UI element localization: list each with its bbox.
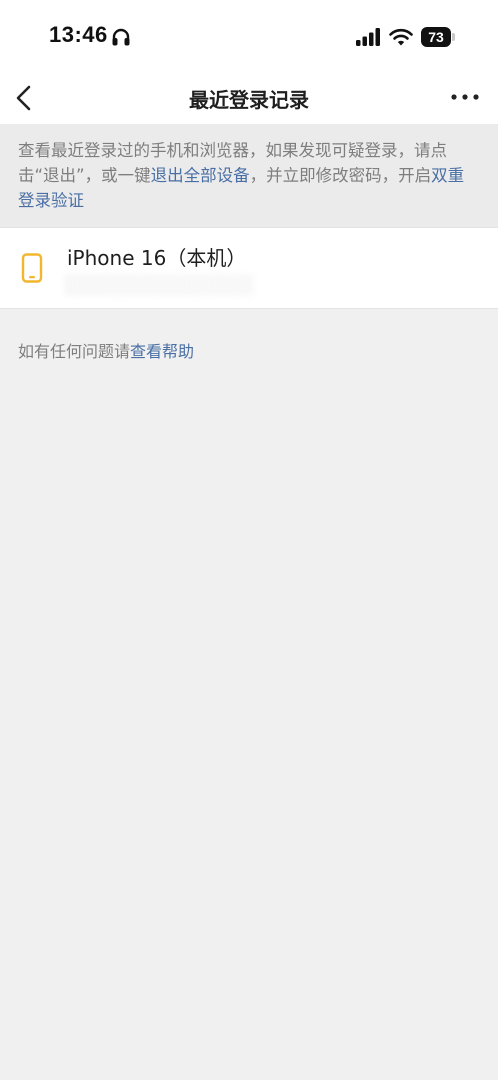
notice-text: 查看最近登录过的手机和浏览器，如果发现可疑登录，请点击“退出”，或一键退出全部设… [18,138,480,213]
device-details-redacted [64,274,254,296]
page-title: 最近登录记录 [189,88,309,112]
notice-text-part2: ，并立即修改密码，开启 [249,166,432,185]
device-name: iPhone 16（本机） [67,246,247,270]
phone-icon [21,253,43,283]
battery-level: 73 [421,27,451,47]
more-options-button[interactable] [448,84,482,110]
help-text: 如有任何问题请查看帮助 [18,338,194,362]
nav-bar: 最近登录记录 [0,74,498,124]
wifi-icon [389,28,413,46]
battery-cap [452,33,455,41]
signal-icon [356,28,380,46]
device-list-item[interactable]: iPhone 16（本机） [0,227,498,309]
view-help-link[interactable]: 查看帮助 [130,342,194,361]
logout-all-devices-link[interactable]: 退出全部设备 [151,166,250,185]
help-prefix: 如有任何问题请 [18,342,131,361]
notice-banner: 查看最近登录过的手机和浏览器，如果发现可疑登录，请点击“退出”，或一键退出全部设… [0,124,498,227]
status-time: 13:46 [49,22,108,47]
status-bar: 13:46 73 [0,0,498,74]
battery-indicator: 73 [421,27,456,47]
headphone-icon [112,28,130,46]
